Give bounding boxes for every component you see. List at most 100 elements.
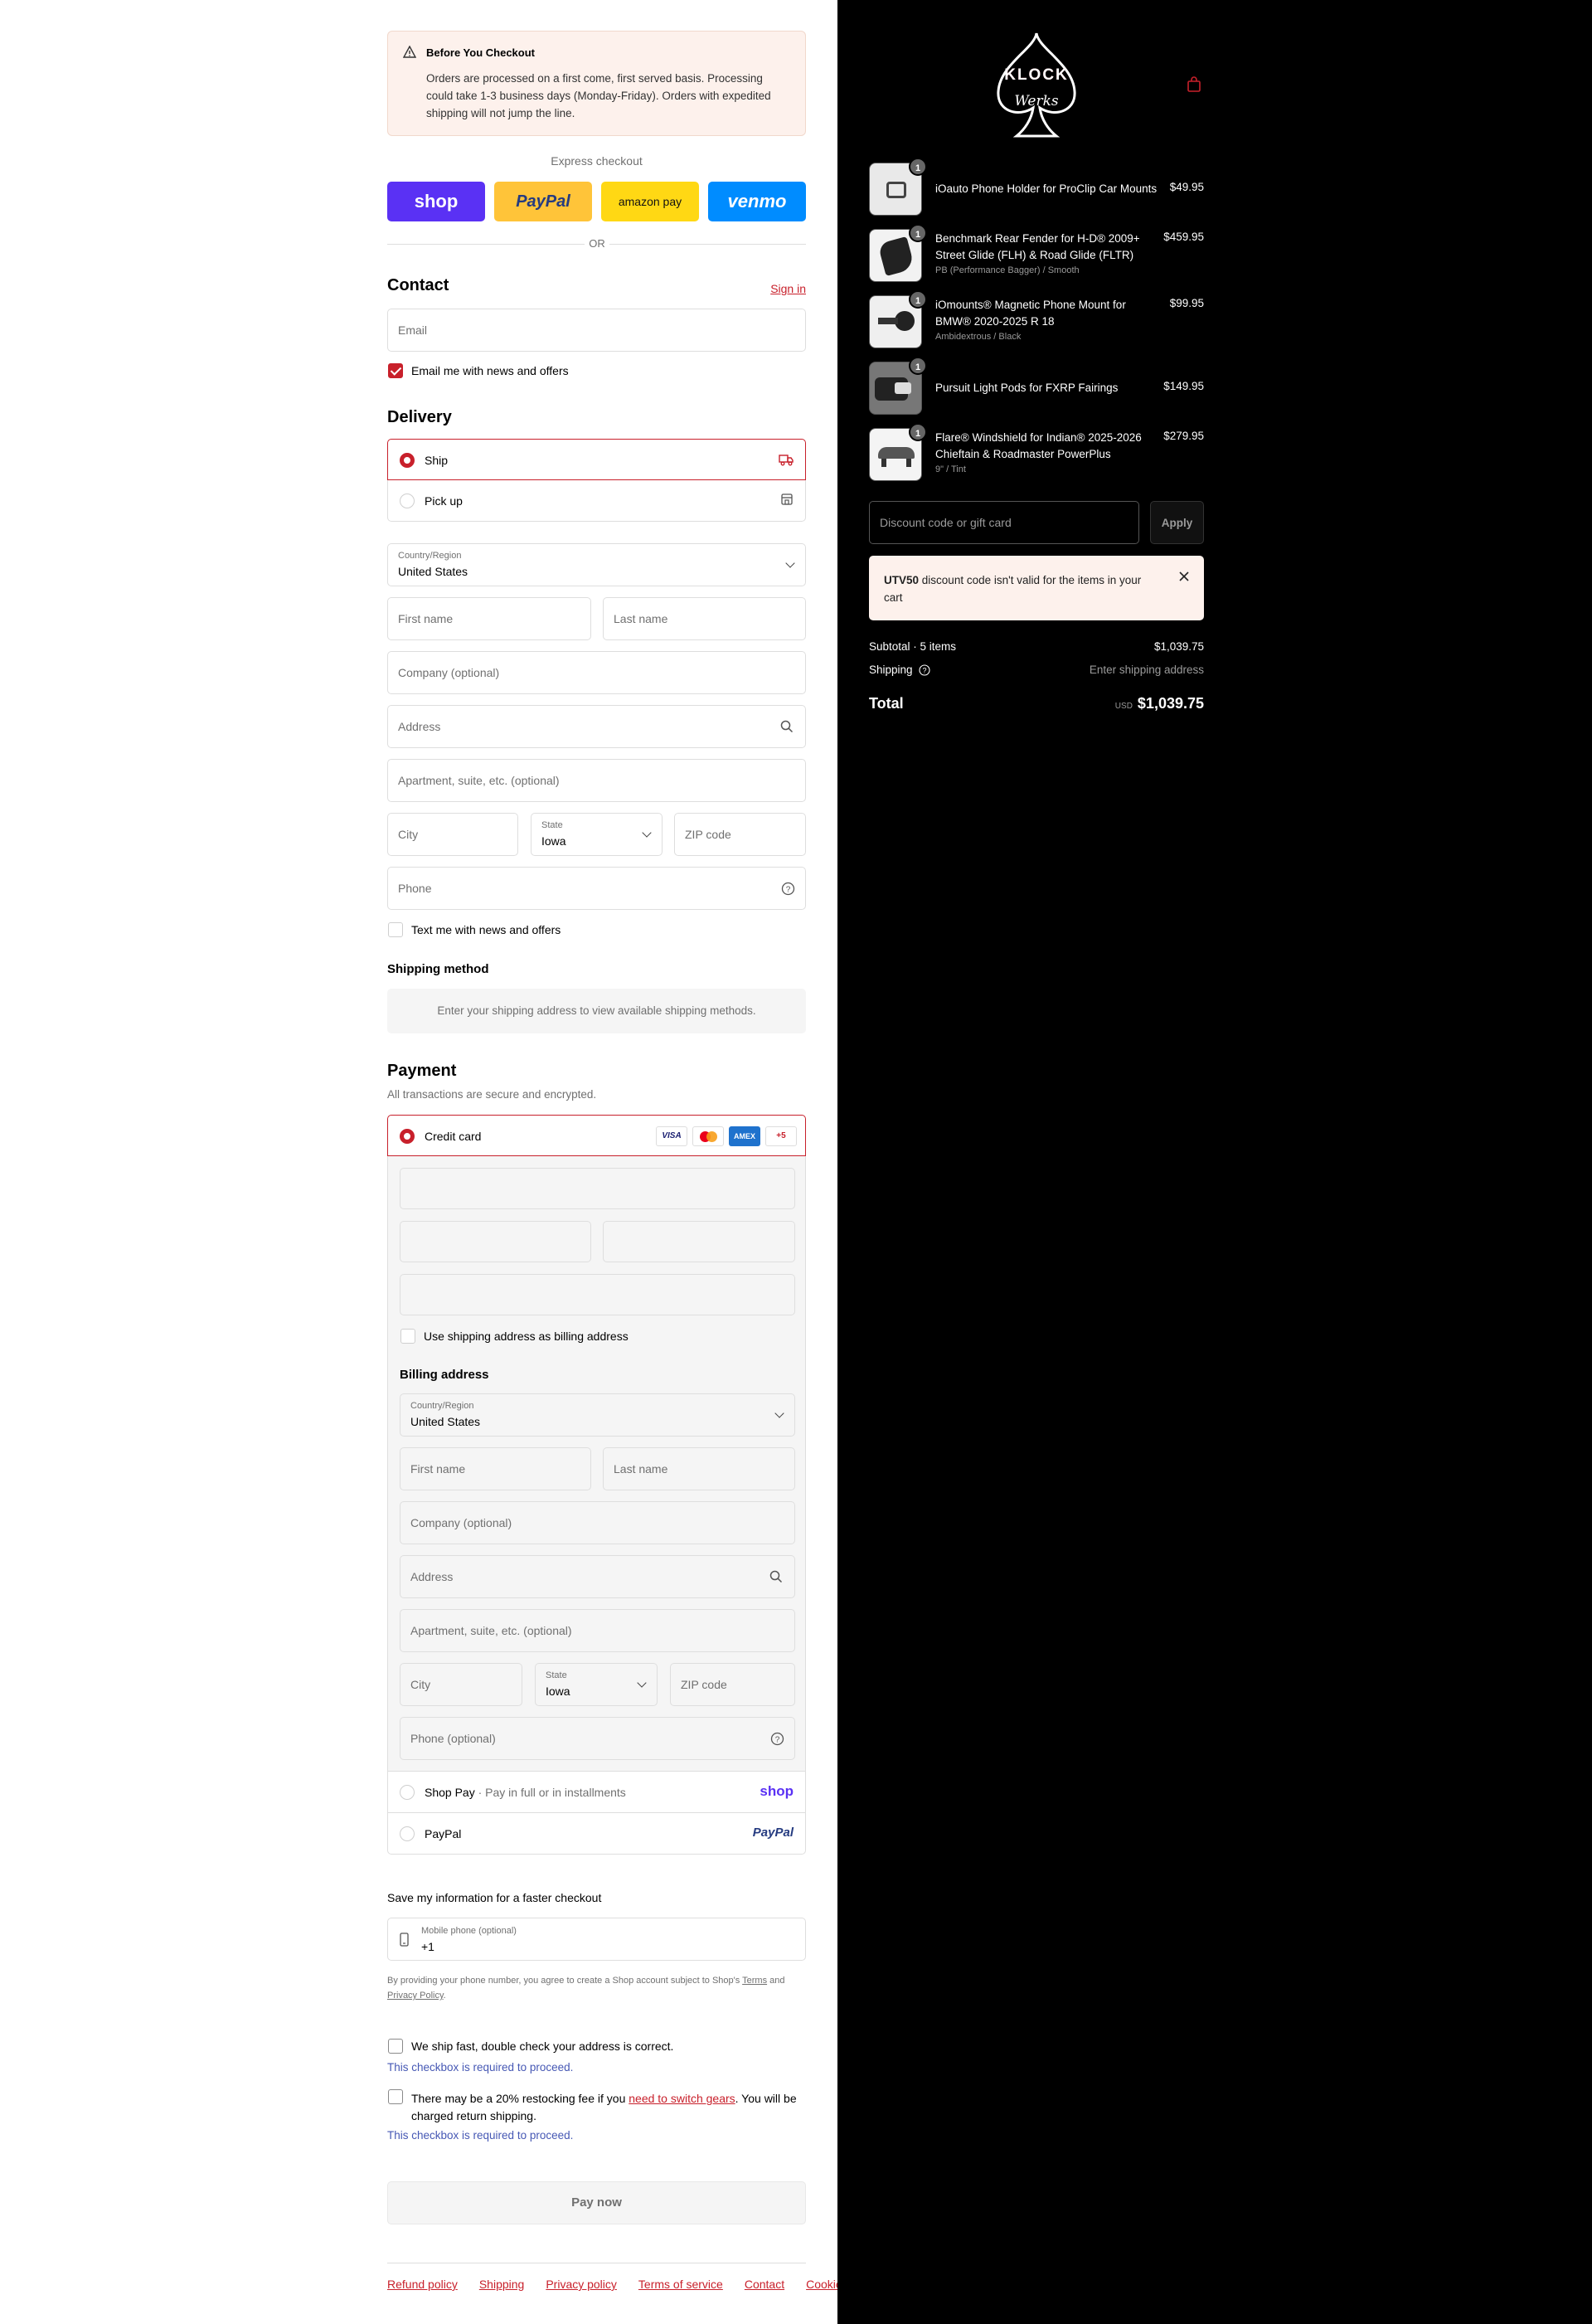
item-price: $99.95	[1169, 297, 1204, 309]
svg-text:?: ?	[923, 667, 927, 675]
terms-of-service-link[interactable]: Terms of service	[638, 2278, 723, 2291]
company-placeholder: Company (optional)	[398, 666, 500, 679]
privacy-policy-footer-link[interactable]: Privacy policy	[546, 2278, 617, 2291]
restocking-required: This checkbox is required to proceed.	[387, 2129, 574, 2142]
terms-link[interactable]: Terms	[742, 1976, 767, 1986]
billing-address-field[interactable]: Address	[400, 1555, 795, 1598]
mobile-phone-field[interactable]: Mobile phone (optional) +1	[387, 1918, 806, 1961]
first-name-field[interactable]: First name	[387, 597, 591, 640]
apartment-field[interactable]: Apartment, suite, etc. (optional)	[387, 759, 806, 802]
city-field[interactable]: City	[387, 813, 518, 856]
help-icon[interactable]: ?	[770, 1732, 784, 1746]
privacy-policy-link[interactable]: Privacy Policy	[387, 1991, 444, 2001]
close-icon[interactable]	[1179, 571, 1189, 581]
svg-text:?: ?	[786, 886, 791, 895]
email-field[interactable]: Email	[387, 309, 806, 352]
email-news-checkbox[interactable]	[388, 363, 403, 378]
order-summary-column: KLOCK Werks 1 iOauto Phone Holder for Pr…	[837, 0, 1592, 2324]
card-number-field[interactable]	[400, 1168, 795, 1209]
truck-icon	[779, 455, 794, 466]
item-variant: Ambidextrous / Black	[935, 332, 1022, 342]
pickup-option[interactable]: Pick up	[387, 480, 806, 522]
apply-button[interactable]: Apply	[1150, 501, 1204, 544]
shipping-method-heading: Shipping method	[387, 962, 489, 976]
use-shipping-checkbox[interactable]	[400, 1329, 415, 1344]
amazon-pay-button[interactable]: amazon pay	[601, 182, 699, 221]
last-name-field[interactable]: Last name	[603, 597, 806, 640]
store-icon	[781, 493, 793, 505]
pickup-radio[interactable]	[400, 493, 415, 508]
billing-city-field[interactable]: City	[400, 1663, 522, 1706]
billing-state-label: State	[546, 1670, 567, 1680]
credit-card-option[interactable]: Credit card VISA AMEX +5	[387, 1115, 806, 1156]
pay-now-button[interactable]: Pay now	[387, 2181, 806, 2224]
billing-first-name-field[interactable]: First name	[400, 1447, 591, 1490]
billing-country-value: United States	[410, 1415, 481, 1428]
billing-country-select[interactable]: Country/Region United States	[400, 1393, 795, 1437]
city-placeholder: City	[398, 828, 419, 841]
help-icon[interactable]: ?	[781, 882, 795, 896]
shop-pay-option[interactable]: Shop Pay · Pay in full or in installment…	[387, 1772, 806, 1813]
shipping-link[interactable]: Shipping	[479, 2278, 525, 2291]
paypal-option[interactable]: PayPal PayPal	[387, 1813, 806, 1855]
search-icon	[769, 1570, 783, 1583]
card-expiry-field[interactable]	[400, 1221, 591, 1262]
billing-company-field[interactable]: Company (optional)	[400, 1501, 795, 1544]
country-select[interactable]: Country/Region United States	[387, 543, 806, 586]
state-select[interactable]: State Iowa	[531, 813, 663, 856]
discount-code-field[interactable]: Discount code or gift card	[869, 501, 1139, 544]
search-icon	[780, 720, 794, 733]
phone-field[interactable]: Phone ?	[387, 867, 806, 910]
address-field[interactable]: Address	[387, 705, 806, 748]
billing-zip-field[interactable]: ZIP code	[670, 1663, 795, 1706]
paypal-radio[interactable]	[400, 1826, 415, 1841]
notice-title: Before You Checkout	[426, 46, 535, 59]
billing-state-select[interactable]: State Iowa	[535, 1663, 658, 1706]
shop-pay-radio[interactable]	[400, 1785, 415, 1800]
logo-letters: KLOCK	[1004, 66, 1069, 84]
subtotal-value: $1,039.75	[1153, 640, 1204, 653]
last-name-placeholder: Last name	[614, 612, 668, 625]
card-name-field[interactable]	[400, 1274, 795, 1315]
ship-radio[interactable]	[400, 453, 415, 468]
shipping-method-message: Enter your shipping address to view avai…	[437, 1004, 756, 1017]
line-item: 1 iOauto Phone Holder for ProClip Car Mo…	[869, 158, 1204, 221]
contact-heading: Contact	[387, 276, 449, 294]
quantity-badge: 1	[909, 224, 927, 242]
text-news-checkbox[interactable]	[388, 922, 403, 937]
billing-phone-field[interactable]: Phone (optional) ?	[400, 1717, 795, 1760]
billing-last-name-field[interactable]: Last name	[603, 1447, 795, 1490]
venmo-button[interactable]: venmo	[708, 182, 806, 221]
paypal-button[interactable]: PayPal	[494, 182, 592, 221]
spade-logo-icon	[997, 32, 1076, 138]
visa-icon: VISA	[656, 1126, 687, 1146]
billing-apartment-placeholder: Apartment, suite, etc. (optional)	[410, 1624, 572, 1637]
ship-option[interactable]: Ship	[387, 439, 806, 480]
restocking-label: There may be a 20% restocking fee if you…	[411, 2092, 797, 2122]
quantity-badge: 1	[909, 158, 927, 176]
company-field[interactable]: Company (optional)	[387, 651, 806, 694]
contact-link[interactable]: Contact	[745, 2278, 784, 2291]
or-label: OR	[585, 237, 609, 250]
brand-logo[interactable]: KLOCK Werks	[993, 32, 1080, 141]
discount-error-banner: UTV50 discount code isn't valid for the …	[869, 556, 1204, 620]
refund-policy-link[interactable]: Refund policy	[387, 2278, 458, 2291]
shipping-method-box: Enter your shipping address to view avai…	[387, 989, 806, 1033]
address-confirm-label: We ship fast, double check your address …	[411, 2040, 674, 2053]
switch-gears-link[interactable]: need to switch gears	[629, 2092, 735, 2105]
restocking-checkbox[interactable]	[388, 2089, 403, 2104]
delivery-heading: Delivery	[387, 408, 452, 426]
card-cvv-field[interactable]	[603, 1221, 795, 1262]
notice-banner: Before You Checkout Orders are processed…	[387, 31, 806, 136]
billing-phone-placeholder: Phone (optional)	[410, 1732, 496, 1745]
zip-field[interactable]: ZIP code	[674, 813, 806, 856]
amazon-pay-logo: amazon pay	[618, 195, 682, 208]
payment-heading: Payment	[387, 1062, 457, 1080]
billing-apartment-field[interactable]: Apartment, suite, etc. (optional)	[400, 1609, 795, 1652]
help-icon[interactable]: ?	[919, 664, 930, 676]
credit-card-radio[interactable]	[400, 1129, 415, 1144]
sign-in-link[interactable]: Sign in	[746, 282, 806, 295]
address-confirm-checkbox[interactable]	[388, 2039, 403, 2054]
cart-bag-icon[interactable]	[1187, 76, 1201, 93]
shop-pay-button[interactable]: shop	[387, 182, 485, 221]
